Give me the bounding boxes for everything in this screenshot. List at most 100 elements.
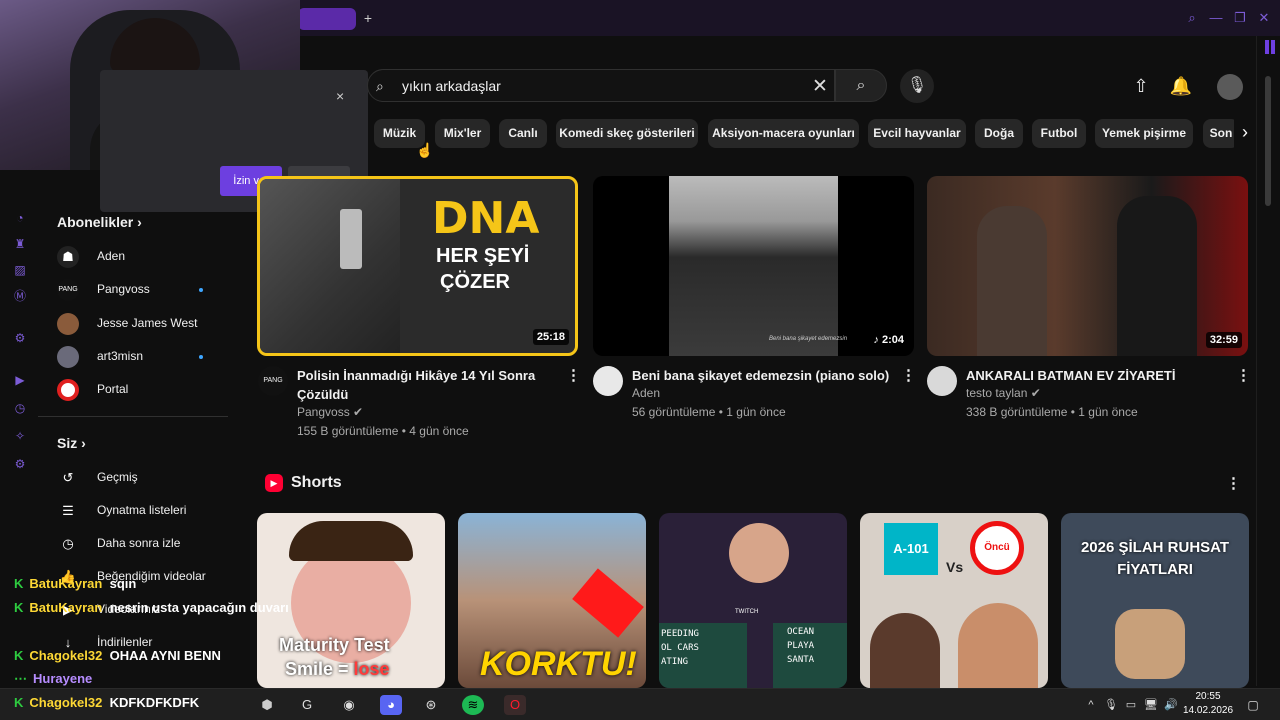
- chip-pets[interactable]: Evcil hayvanlar: [868, 119, 966, 148]
- microphone-icon[interactable]: 🎙: [1100, 695, 1122, 715]
- pause-icon[interactable]: [1265, 40, 1269, 54]
- chat-message: K BatuKayran sqın: [14, 576, 137, 591]
- short-card[interactable]: A-101 Vs Öncü: [860, 513, 1048, 688]
- network-icon[interactable]: 🖥: [1140, 695, 1162, 715]
- new-tab-button[interactable]: +: [360, 10, 376, 26]
- game-icon[interactable]: ♜: [12, 236, 28, 252]
- player-icon[interactable]: ▶: [12, 372, 28, 388]
- close-window-button[interactable]: ✕: [1256, 10, 1272, 26]
- pause-icon-bar: [1271, 40, 1275, 54]
- sidebar-item-portal[interactable]: Portal: [57, 374, 227, 404]
- voice-search-button[interactable]: 🎙: [900, 69, 934, 103]
- sidebar-item-history[interactable]: ↺ Geçmiş: [57, 462, 227, 492]
- more-options-icon[interactable]: ⋮: [1236, 366, 1251, 384]
- sidebar-item-watch-later[interactable]: ◷ Daha sonra izle: [57, 528, 227, 558]
- short-text: FİYATLARI: [1117, 561, 1193, 578]
- volume-icon[interactable]: 🔊: [1160, 695, 1182, 715]
- search-input[interactable]: ⌕ yıkın arkadaşlar ✕: [367, 69, 835, 102]
- search-button[interactable]: ⌕: [835, 69, 887, 102]
- app-icon[interactable]: ⬢: [256, 695, 278, 715]
- you-heading[interactable]: Siz ›: [57, 435, 86, 451]
- channel-avatar[interactable]: [593, 366, 623, 396]
- app-icon[interactable]: G: [296, 695, 318, 715]
- video-thumbnail[interactable]: Beni bana şikayet edemezsin ♪ 2:04: [593, 176, 914, 356]
- close-icon[interactable]: ×: [336, 88, 344, 104]
- upload-icon[interactable]: ⇧: [1129, 74, 1153, 98]
- restore-button[interactable]: ❐: [1232, 10, 1248, 26]
- channel-name[interactable]: Aden: [632, 384, 660, 403]
- discord-icon[interactable]: ◕: [380, 695, 402, 715]
- duration-badge: 25:18: [532, 329, 569, 345]
- minimize-button[interactable]: —: [1208, 10, 1224, 26]
- channel-name[interactable]: Pangvoss ✔: [297, 403, 363, 422]
- chevron-right-icon[interactable]: ›: [1234, 119, 1256, 148]
- chip-comedy[interactable]: Komedi skeç gösterileri: [556, 119, 698, 148]
- clear-search-icon[interactable]: ✕: [812, 75, 828, 98]
- streamer-face: [729, 523, 789, 583]
- video-meta: 155 B görüntüleme • 4 gün önce: [297, 424, 469, 438]
- new-content-dot: [199, 355, 203, 359]
- batman-figure: [1117, 196, 1197, 356]
- chip-nature[interactable]: Doğa: [975, 119, 1023, 148]
- sidebar-item-playlists[interactable]: ☰ Oynatma listeleri: [57, 495, 227, 525]
- more-options-icon[interactable]: ⋮: [1226, 474, 1241, 492]
- messenger-icon[interactable]: Ⓜ: [12, 288, 28, 304]
- video-thumbnail[interactable]: DNA HER ŞEYİ ÇÖZER 25:18: [257, 176, 578, 356]
- notifications-bell-icon[interactable]: 🔔: [1169, 74, 1193, 98]
- search-query[interactable]: yıkın arkadaşlar: [402, 78, 501, 94]
- more-options-icon[interactable]: ⋮: [901, 366, 916, 384]
- channel-avatar: [57, 312, 79, 335]
- notification-center-icon[interactable]: ▢: [1242, 695, 1264, 715]
- battery-icon[interactable]: ▭: [1120, 695, 1142, 715]
- aria-icon[interactable]: ◔: [12, 210, 28, 226]
- forest-image: [669, 176, 838, 356]
- door-handle: [340, 209, 362, 269]
- opera-gx-icon[interactable]: O: [504, 695, 526, 715]
- steam-icon[interactable]: ⊛: [420, 695, 442, 715]
- history-rail-icon[interactable]: ◷: [12, 400, 28, 416]
- oncu-logo: Öncü: [970, 521, 1024, 575]
- red-arrow: [572, 568, 644, 638]
- duration-badge: ♪ 2:04: [869, 332, 908, 348]
- obs-icon[interactable]: ◉: [338, 695, 360, 715]
- short-card[interactable]: 2026 ŞİLAH RUHSAT FİYATLARI: [1061, 513, 1249, 688]
- video-title[interactable]: ANKARALI BATMAN EV ZİYARETİ: [966, 366, 1221, 385]
- door-image: [260, 179, 400, 353]
- channel-name[interactable]: testo taylan ✔: [966, 384, 1041, 403]
- chip-football[interactable]: Futbol: [1032, 119, 1086, 148]
- short-card[interactable]: KORKTU!: [458, 513, 646, 688]
- chip-cooking[interactable]: Yemek pişirme: [1095, 119, 1193, 148]
- active-tab[interactable]: [298, 8, 356, 30]
- chip-mixes[interactable]: Mix'ler: [435, 119, 490, 148]
- browser-search-icon[interactable]: ⌕: [1184, 10, 1200, 26]
- channel-avatar: [57, 378, 79, 401]
- account-avatar[interactable]: [1217, 74, 1243, 100]
- woman-image: [870, 613, 940, 688]
- extensions-icon[interactable]: ✧: [12, 428, 28, 444]
- system-clock[interactable]: 20:55 14.02.2026: [1183, 690, 1233, 718]
- chatgpt-icon[interactable]: ⚙: [12, 330, 28, 346]
- browser-right-panel: [1256, 36, 1280, 686]
- video-title[interactable]: Polisin İnanmadığı Hikâye 14 Yıl Sonra Ç…: [297, 366, 552, 404]
- short-text: OCEAN: [787, 627, 815, 637]
- sidebar-item-aden[interactable]: ☗ Aden: [57, 241, 227, 271]
- twitch-icon[interactable]: ▨: [12, 262, 28, 278]
- subscriptions-heading[interactable]: Abonelikler ›: [57, 214, 142, 230]
- chip-action-adventure[interactable]: Aksiyon-macera oyunları: [708, 119, 859, 148]
- channel-avatar: PANG: [57, 278, 79, 301]
- scrollbar-thumb[interactable]: [1265, 76, 1271, 206]
- short-card[interactable]: PEEDING OL CARS ATING OCEAN PLAYA SANTA …: [659, 513, 847, 688]
- short-text: ATING: [661, 657, 689, 667]
- chip-live[interactable]: Canlı: [499, 119, 547, 148]
- spotify-icon[interactable]: ≋: [462, 695, 484, 715]
- more-options-icon[interactable]: ⋮: [566, 366, 581, 384]
- mouse-cursor-icon: ☝: [416, 142, 434, 158]
- sidebar-item-jesse-james-west[interactable]: Jesse James West: [57, 308, 227, 338]
- channel-avatar: [57, 345, 79, 368]
- channel-avatar[interactable]: PANG: [258, 366, 288, 396]
- channel-avatar[interactable]: [927, 366, 957, 396]
- video-thumbnail[interactable]: 32:59: [927, 176, 1248, 356]
- tray-chevron-icon[interactable]: ^: [1080, 695, 1102, 715]
- video-title[interactable]: Beni bana şikayet edemezsin (piano solo): [632, 366, 892, 385]
- settings-icon[interactable]: ⚙: [12, 456, 28, 472]
